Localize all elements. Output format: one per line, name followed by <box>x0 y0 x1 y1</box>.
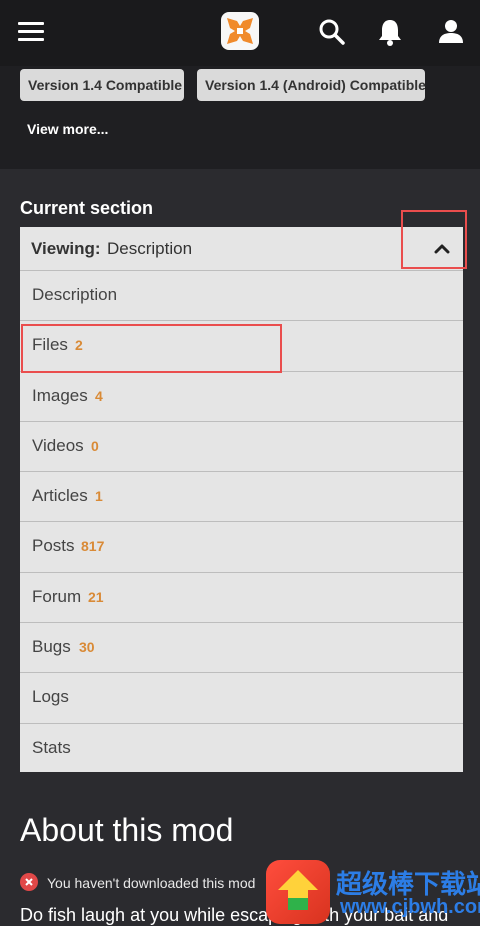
menu-item-count: 21 <box>88 588 104 605</box>
download-notice-text: You haven't downloaded this mod <box>47 875 256 891</box>
compat-tag[interactable]: Version 1.4 (Android) Compatible <box>197 69 426 101</box>
chevron-up-icon[interactable] <box>434 241 450 257</box>
menu-item-count: 2 <box>75 337 83 354</box>
menu-item-label: Logs <box>32 687 69 707</box>
menu-item-images[interactable]: Images 4 <box>20 372 463 422</box>
viewing-value: Description <box>107 239 193 258</box>
menu-item-count: 0 <box>91 437 99 454</box>
menu-item-files[interactable]: Files 2 <box>20 321 463 372</box>
section-selector-dropdown[interactable]: Viewing: Description <box>20 227 463 271</box>
view-more-link[interactable]: View more... <box>27 121 108 137</box>
menu-item-label: Articles <box>32 486 88 506</box>
user-icon[interactable] <box>436 17 466 47</box>
menu-item-label: Bugs <box>32 637 71 657</box>
menu-item-count: 30 <box>79 639 95 656</box>
menu-item-forum[interactable]: Forum 21 <box>20 573 463 624</box>
menu-item-count: 817 <box>81 538 105 555</box>
menu-item-articles[interactable]: Articles 1 <box>20 472 463 523</box>
menu-item-posts[interactable]: Posts 817 <box>20 522 463 573</box>
current-section-heading: Current section <box>20 198 154 218</box>
menu-item-label: Videos <box>32 435 84 455</box>
about-mod-heading: About this mod <box>20 812 234 848</box>
menu-item-label: Files <box>32 335 68 355</box>
menu-item-label: Images <box>32 385 88 405</box>
compat-tag[interactable]: Version 1.4 Compatible <box>20 69 184 101</box>
search-icon[interactable] <box>317 17 347 47</box>
top-nav-bar <box>0 0 480 66</box>
menu-item-label: Description <box>32 285 118 304</box>
compatibility-tags-panel: Version 1.4 Compatible Version 1.4 (Andr… <box>0 66 480 169</box>
menu-item-label: Posts <box>32 536 75 556</box>
watermark-overlay: 超级棒下载站 www.cjbwh.com <box>262 858 480 926</box>
menu-item-label: Forum <box>32 586 82 606</box>
site-logo[interactable] <box>221 12 259 50</box>
menu-item-logs[interactable]: Logs <box>20 673 463 724</box>
menu-item-description[interactable]: Description <box>20 271 463 322</box>
logo-icon <box>227 18 253 44</box>
error-x-icon <box>20 873 38 891</box>
bell-icon[interactable] <box>375 17 405 47</box>
menu-item-count: 4 <box>95 387 103 404</box>
menu-item-count: 1 <box>95 488 103 505</box>
section-menu-list: Description Files 2 Images 4 Videos 0 Ar… <box>20 271 463 772</box>
menu-item-stats[interactable]: Stats <box>20 724 463 772</box>
menu-item-label: Stats <box>32 737 71 757</box>
menu-item-videos[interactable]: Videos 0 <box>20 422 463 473</box>
watermark-url: www.cjbwh.com <box>340 896 480 918</box>
menu-item-bugs[interactable]: Bugs 30 <box>20 623 463 674</box>
hamburger-menu-icon[interactable] <box>18 22 44 42</box>
viewing-label: Viewing: <box>31 239 101 258</box>
watermark-logo-icon <box>266 860 330 924</box>
